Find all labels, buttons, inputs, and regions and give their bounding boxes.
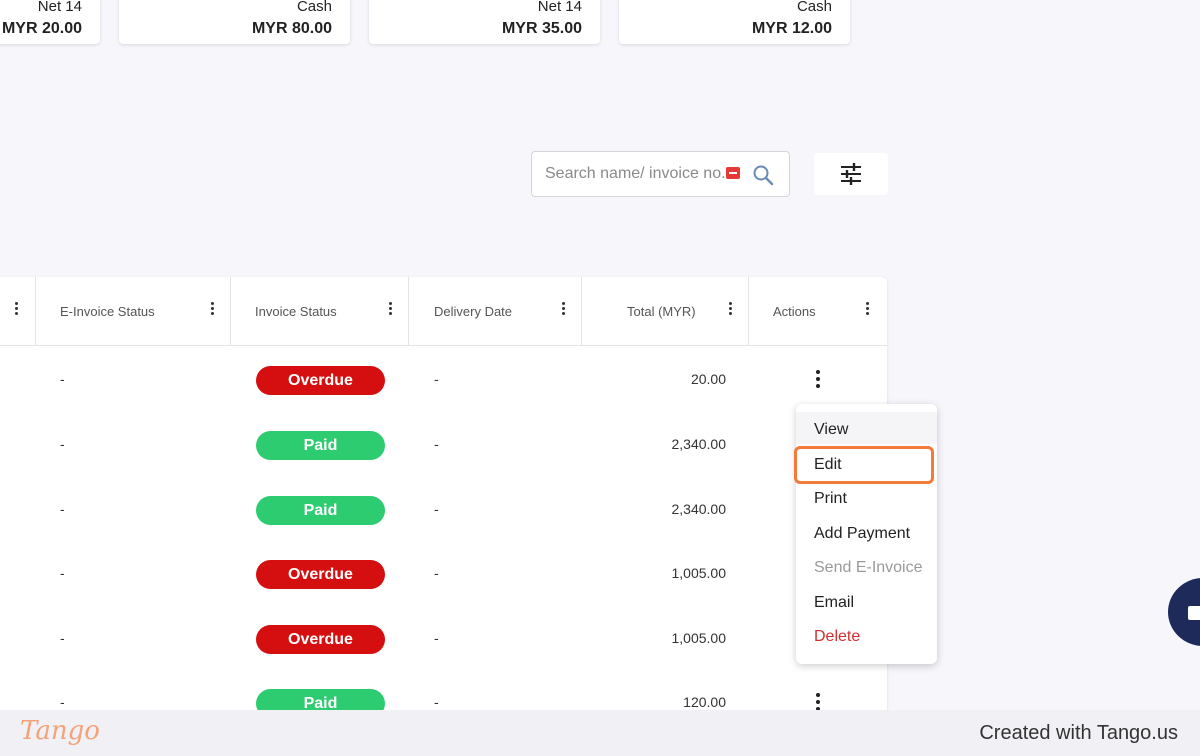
chat-icon: [1188, 606, 1200, 620]
total-cell: 2,340.00: [671, 501, 727, 517]
einvoice-status-cell: -: [60, 436, 65, 452]
delivery-date-cell: -: [434, 436, 439, 452]
table-row[interactable]: - Overdue - 1,005.00: [0, 541, 887, 606]
column-menu-icon[interactable]: [389, 302, 393, 316]
status-badge: Overdue: [256, 366, 385, 395]
table-row[interactable]: - Overdue - 1,005.00: [0, 606, 887, 671]
column-header-total[interactable]: Total (MYR): [582, 277, 749, 345]
menu-item-add-payment[interactable]: Add Payment: [814, 525, 910, 543]
delivery-date-cell: -: [434, 501, 439, 517]
column-label: Total (MYR): [627, 304, 696, 319]
footer-bar: Tango Created with Tango.us: [0, 710, 1200, 756]
menu-item-view[interactable]: View: [814, 421, 848, 439]
total-cell: 120.00: [683, 694, 726, 710]
column-header-prev[interactable]: [0, 277, 36, 345]
menu-item-email[interactable]: Email: [814, 594, 854, 612]
summary-card-2[interactable]: Cash MYR 80.00: [119, 0, 350, 44]
column-menu-icon[interactable]: [866, 302, 870, 316]
status-badge: Paid: [256, 496, 385, 525]
status-badge: Paid: [256, 431, 385, 460]
total-cell: 1,005.00: [671, 565, 727, 581]
card-amount: MYR 80.00: [251, 20, 332, 37]
search-input[interactable]: [543, 164, 729, 184]
column-label: Delivery Date: [434, 304, 513, 319]
einvoice-status-cell: -: [60, 501, 65, 517]
delivery-date-cell: -: [434, 371, 439, 387]
menu-item-edit[interactable]: Edit: [814, 456, 842, 474]
table-row[interactable]: - Paid - 2,340.00: [0, 412, 887, 477]
status-badge: Overdue: [256, 560, 385, 589]
filter-button[interactable]: [814, 153, 888, 195]
invoice-table: E-Invoice Status Invoice Status Delivery…: [0, 277, 887, 747]
total-cell: 2,340.00: [671, 436, 727, 452]
column-menu-icon[interactable]: [15, 302, 19, 316]
column-header-invoice-status[interactable]: Invoice Status: [231, 277, 409, 345]
row-actions-menu: View Edit Print Add Payment Send E-Invoi…: [794, 404, 937, 664]
search-icon[interactable]: [751, 163, 775, 187]
card-term: Net 14: [537, 0, 582, 15]
footer-credit: Created with Tango.us: [979, 722, 1178, 744]
column-menu-icon[interactable]: [729, 302, 733, 316]
table-row[interactable]: - Overdue - 20.00: [0, 347, 887, 412]
keyboard-icon: [726, 167, 740, 179]
column-label: Actions: [773, 304, 816, 319]
summary-card-4[interactable]: Cash MYR 12.00: [619, 0, 850, 44]
summary-card-3[interactable]: Net 14 MYR 35.00: [369, 0, 600, 44]
column-header-delivery-date[interactable]: Delivery Date: [409, 277, 582, 345]
column-header-einvoice-status[interactable]: E-Invoice Status: [36, 277, 231, 345]
delivery-date-cell: -: [434, 694, 439, 710]
delivery-date-cell: -: [434, 630, 439, 646]
menu-item-send-einvoice: Send E-Invoice: [814, 559, 923, 576]
einvoice-status-cell: -: [60, 371, 65, 387]
card-amount: MYR 20.00: [1, 20, 82, 37]
table-header: E-Invoice Status Invoice Status Delivery…: [0, 277, 887, 346]
column-label: Invoice Status: [255, 304, 337, 319]
einvoice-status-cell: -: [60, 565, 65, 581]
card-term: Cash: [796, 0, 832, 15]
einvoice-status-cell: -: [60, 630, 65, 646]
card-amount: MYR 12.00: [751, 20, 832, 37]
column-menu-icon[interactable]: [562, 302, 566, 316]
column-menu-icon[interactable]: [211, 302, 215, 316]
card-term: Net 14: [37, 0, 82, 15]
einvoice-status-cell: -: [60, 694, 65, 710]
summary-card-1[interactable]: Net 14 MYR 20.00: [0, 0, 100, 44]
delivery-date-cell: -: [434, 565, 439, 581]
card-term: Cash: [296, 0, 332, 15]
column-label: E-Invoice Status: [60, 304, 155, 319]
tango-logo: Tango: [20, 716, 100, 746]
sliders-icon: [841, 163, 861, 185]
row-actions-icon[interactable]: [816, 370, 820, 390]
table-row[interactable]: - Paid - 2,340.00: [0, 477, 887, 542]
column-header-actions[interactable]: Actions: [749, 277, 887, 345]
search-box[interactable]: [531, 151, 790, 197]
chat-widget-button[interactable]: [1168, 578, 1200, 646]
total-cell: 20.00: [690, 371, 726, 387]
menu-item-print[interactable]: Print: [814, 490, 847, 508]
menu-item-delete[interactable]: Delete: [814, 628, 860, 646]
card-amount: MYR 35.00: [501, 20, 582, 37]
status-badge: Overdue: [256, 625, 385, 654]
total-cell: 1,005.00: [671, 630, 727, 646]
